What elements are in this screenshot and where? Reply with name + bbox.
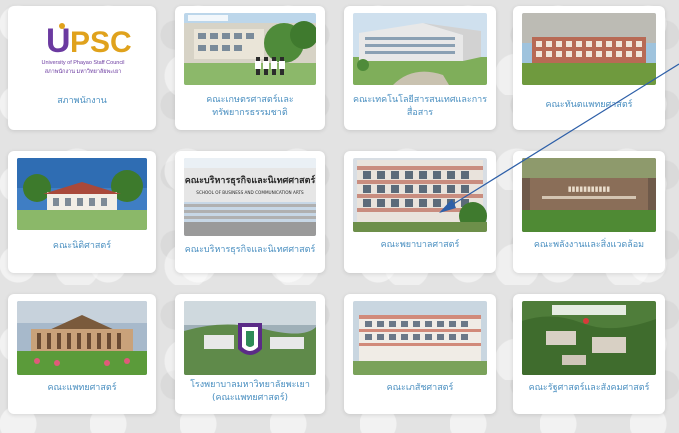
card-label[interactable]: โรงพยาบาลมหาวิทยาลัยพะเยา <box>179 379 321 392</box>
svg-text:PSC: PSC <box>70 26 132 59</box>
svg-text:สภาพนักงาน มหาวิทยาลัยพะเยา: สภาพนักงาน มหาวิทยาลัยพะเยา <box>45 68 122 75</box>
medicine-photo <box>17 301 147 375</box>
card-label-line2[interactable]: สื่อสาร <box>348 107 492 120</box>
svg-text:U: U <box>46 22 71 60</box>
political-science-photo <box>522 301 656 375</box>
card-label-line2[interactable]: (คณะแพทยศาสตร์) <box>179 392 321 405</box>
card-business[interactable]: คณะบริหารธุรกิจและนิเทศศาสตร์ SCHOOL OF … <box>175 151 325 273</box>
card-label[interactable]: คณะพยาบาลศาสตร์ <box>348 239 492 252</box>
card-label[interactable]: คณะนิติศาสตร์ <box>12 240 152 253</box>
card-label[interactable]: คณะเกษตรศาสตร์และ <box>179 94 321 107</box>
card-label[interactable]: คณะพลังงานและสิ่งแวดล้อม <box>517 239 661 252</box>
law-photo <box>17 158 147 230</box>
hospital-photo <box>184 301 316 375</box>
card-political-science[interactable]: คณะรัฐศาสตร์และสังคมศาสตร์ <box>513 294 665 414</box>
svg-text:▮▮▮▮▮▮▮▮▮▮▮: ▮▮▮▮▮▮▮▮▮▮▮ <box>568 185 611 193</box>
svg-text:University of Phayao Staff Cou: University of Phayao Staff Council <box>41 60 124 66</box>
business-photo: คณะบริหารธุรกิจและนิเทศศาสตร์ SCHOOL OF … <box>184 158 316 236</box>
ict-photo <box>353 13 487 85</box>
card-pharmacy[interactable]: คณะเภสัชศาสตร์ <box>344 294 496 414</box>
card-label[interactable]: คณะรัฐศาสตร์และสังคมศาสตร์ <box>517 382 661 395</box>
agriculture-photo <box>184 13 316 85</box>
svg-text:SCHOOL OF BUSINESS AND COMMUNI: SCHOOL OF BUSINESS AND COMMUNICATION ART… <box>196 190 304 195</box>
card-nursing[interactable]: คณะพยาบาลศาสตร์ <box>344 151 496 273</box>
card-label[interactable]: คณะแพทยศาสตร์ <box>12 382 152 395</box>
card-ict[interactable]: คณะเทคโนโลยีสารสนเทศและการ สื่อสาร <box>344 6 496 130</box>
card-medicine[interactable]: คณะแพทยศาสตร์ <box>8 294 156 414</box>
card-staff-council[interactable]: U PSC University of Phayao Staff Council… <box>8 6 156 130</box>
card-label[interactable]: สภาพนักงาน <box>12 95 152 108</box>
nursing-photo <box>353 158 487 232</box>
card-label[interactable]: คณะเภสัชศาสตร์ <box>348 382 492 395</box>
card-label-line2[interactable]: ทรัพยากรธรรมชาติ <box>179 107 321 120</box>
card-law[interactable]: คณะนิติศาสตร์ <box>8 151 156 273</box>
upsc-logo: U PSC University of Phayao Staff Council… <box>28 18 138 82</box>
card-energy[interactable]: ▮▮▮▮▮▮▮▮▮▮▮ คณะพลังงานและสิ่งแวดล้อม <box>513 151 665 273</box>
svg-text:คณะบริหารธุรกิจและนิเทศศาสตร์: คณะบริหารธุรกิจและนิเทศศาสตร์ <box>185 174 316 186</box>
pharmacy-photo <box>353 301 487 375</box>
card-label[interactable]: คณะเทคโนโลยีสารสนเทศและการ <box>348 94 492 107</box>
card-agriculture[interactable]: คณะเกษตรศาสตร์และ ทรัพยากรธรรมชาติ <box>175 6 325 130</box>
card-label[interactable]: คณะบริหารธุรกิจและนิเทศศาสตร์ <box>179 244 321 257</box>
card-dentistry[interactable]: คณะทันตแพทยศาสตร์ <box>513 6 665 130</box>
dentistry-photo <box>522 13 656 85</box>
energy-photo: ▮▮▮▮▮▮▮▮▮▮▮ <box>522 158 656 232</box>
card-hospital[interactable]: โรงพยาบาลมหาวิทยาลัยพะเยา (คณะแพทยศาสตร์… <box>175 294 325 414</box>
card-label[interactable]: คณะทันตแพทยศาสตร์ <box>517 99 661 112</box>
